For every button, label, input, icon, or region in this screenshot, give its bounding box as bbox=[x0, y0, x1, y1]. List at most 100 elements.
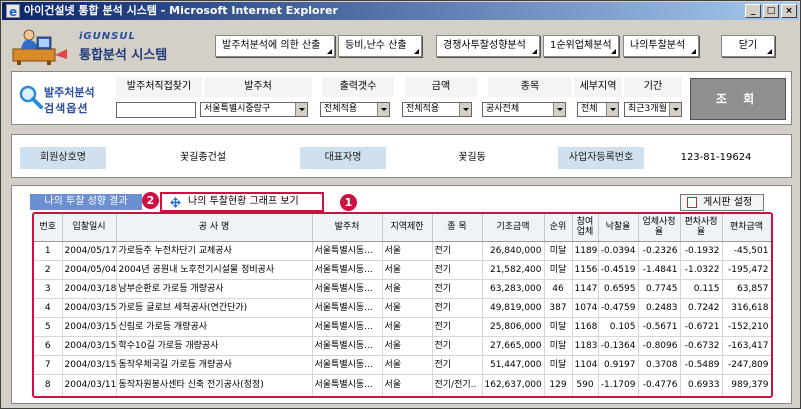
table-cell: -163,417 bbox=[722, 336, 771, 356]
table-row[interactable]: 3 2004/03/18 남부순환로 가로등 개량공사 서울특별시동... 서울 전기 63… bbox=[34, 279, 771, 299]
table-cell[interactable]: 가로등 글로브 세척공사(연간단가) bbox=[116, 298, 313, 318]
period-select[interactable]: 최근3개월 bbox=[624, 102, 682, 117]
table-cell: 미달 bbox=[544, 241, 573, 261]
table-row[interactable]: 7 2004/03/15 동작우체국길 가로등 개량공사 서울특별시동... 서울 전기 5… bbox=[34, 355, 771, 375]
competitor-analysis-button[interactable]: 경쟁사투찰성향분석 bbox=[436, 35, 540, 57]
table-row[interactable]: 4 2004/03/15 가로등 글로브 세척공사(연간단가) 서울특별시동... 서울… bbox=[34, 298, 771, 318]
table-cell[interactable]: 동작자원봉사센타 신축 전기공사(정정) bbox=[116, 374, 313, 396]
table-cell: -0.5489 bbox=[680, 355, 723, 375]
table-cell: 2004/03/15 bbox=[62, 298, 117, 318]
member-name-value: 꽃길종건설 bbox=[108, 147, 298, 169]
table-cell: 6 bbox=[34, 336, 63, 356]
table-cell: 서울특별시동... bbox=[312, 279, 383, 299]
table-cell: -0.8096 bbox=[638, 336, 681, 356]
app-header: iGUNSUL 통합분석 시스템 발주처분석에 의한 산출 등비,난수 산출 경… bbox=[3, 21, 799, 67]
table-cell: 1 bbox=[34, 241, 63, 261]
maximize-icon[interactable]: □ bbox=[763, 4, 779, 18]
chevron-down-icon bbox=[669, 103, 681, 116]
table-cell: 서울특별시동... bbox=[312, 355, 383, 375]
view-graph-button[interactable]: 나의 투찰현황 그래프 보기 bbox=[160, 192, 324, 212]
table-cell: 129 bbox=[544, 374, 573, 396]
table-cell: 서울 bbox=[382, 317, 433, 337]
table-cell: 0.7745 bbox=[638, 279, 681, 299]
table-cell: 0.9197 bbox=[598, 355, 639, 375]
col-header[interactable]: 종 목 bbox=[432, 214, 483, 242]
table-cell: 2004/03/15 bbox=[62, 355, 117, 375]
close-icon[interactable]: × bbox=[781, 4, 797, 18]
table-cell: -0.6721 bbox=[680, 317, 723, 337]
table-cell: 서울 bbox=[382, 298, 433, 318]
amount-select[interactable]: 전체적용 bbox=[402, 102, 472, 117]
table-cell: 전기 bbox=[432, 317, 483, 337]
ie-app-icon bbox=[6, 3, 20, 21]
ratio-random-button[interactable]: 등비,난수 산출 bbox=[338, 35, 422, 57]
board-settings-button[interactable]: 게시판 설정 bbox=[680, 194, 764, 211]
col-header[interactable]: 편차금액 bbox=[722, 214, 771, 242]
title-bar: 아이건설넷 통합 분석 시스템 - Microsoft Internet Exp… bbox=[2, 2, 799, 21]
my-bid-tendency-tab[interactable]: 나의 투찰 성향 결과 bbox=[30, 194, 142, 210]
table-cell: 387 bbox=[544, 298, 573, 318]
search-options-label: 발주처분석 검색옵션 bbox=[18, 80, 114, 120]
table-cell: -152,210 bbox=[722, 317, 771, 337]
table-cell: 1189 bbox=[572, 241, 599, 261]
chevron-down-icon bbox=[606, 103, 618, 116]
query-button[interactable]: 조 회 bbox=[690, 78, 786, 120]
client-analysis-button[interactable]: 발주처분석에 의한 산출 bbox=[215, 35, 335, 57]
table-row[interactable]: 6 2004/03/15 학수10길 가로등 개량공사 서울특별시동... 서울 전기 27… bbox=[34, 336, 771, 356]
table-cell: -0.1932 bbox=[680, 241, 723, 261]
table-row[interactable]: 5 2004/03/15 신림로 가로등 개량공사 서울특별시동... 서울 전기 25,8… bbox=[34, 317, 771, 337]
col-header[interactable]: 순위 bbox=[544, 214, 573, 242]
col-header[interactable]: 편차사정율 bbox=[680, 214, 723, 242]
col-header[interactable]: 참여업체 bbox=[572, 214, 599, 242]
table-cell[interactable]: 신림로 가로등 개량공사 bbox=[116, 317, 313, 337]
col-header[interactable]: 기초금액 bbox=[482, 214, 545, 242]
table-cell: 서울특별시동... bbox=[312, 241, 383, 261]
category-select[interactable]: 공사전체 bbox=[482, 102, 566, 117]
my-bid-analysis-button[interactable]: 나의투찰분석 bbox=[623, 35, 699, 57]
table-cell: 전기 bbox=[432, 241, 483, 261]
client-search-input[interactable] bbox=[116, 102, 196, 118]
col-header[interactable]: 공 사 명 bbox=[116, 214, 313, 242]
amount-header: 금액 bbox=[405, 77, 477, 97]
client-select[interactable]: 서울특별시중랑구 bbox=[200, 102, 308, 117]
col-header[interactable]: 번호 bbox=[34, 214, 63, 242]
company-info-bar: 회원상호명 꽃길종건설 대표자명 꽃길동 사업자등록번호 123-81-1962… bbox=[11, 134, 792, 178]
table-cell[interactable]: 동작우체국길 가로등 개량공사 bbox=[116, 355, 313, 375]
window-controls: _ □ × bbox=[745, 4, 797, 18]
col-header[interactable]: 입찰일시 bbox=[62, 214, 117, 242]
table-cell: 미달 bbox=[544, 317, 573, 337]
table-cell: 25,806,000 bbox=[482, 317, 545, 337]
table-cell: 2004/03/11 bbox=[62, 374, 117, 396]
table-row[interactable]: 8 2004/03/11 동작자원봉사센타 신축 전기공사(정정) 서울특별시동...… bbox=[34, 374, 771, 396]
window-title: 아이건설넷 통합 분석 시스템 - Microsoft Internet Exp… bbox=[24, 4, 338, 17]
table-cell[interactable]: 가로등주 누전차단기 교체공사 bbox=[116, 241, 313, 261]
table-cell: -247,809 bbox=[722, 355, 771, 375]
table-cell: 전기 bbox=[432, 260, 483, 280]
table-cell: -0.5671 bbox=[638, 317, 681, 337]
first-rank-analysis-button[interactable]: 1순위업체분석 bbox=[543, 35, 619, 57]
table-cell: -195,472 bbox=[722, 260, 771, 280]
col-header[interactable]: 지역제한 bbox=[382, 214, 433, 242]
table-cell: 51,447,000 bbox=[482, 355, 545, 375]
count-select[interactable]: 전체적용 bbox=[320, 102, 390, 117]
minimize-icon[interactable]: _ bbox=[745, 4, 761, 18]
col-header[interactable]: 업체사정율 bbox=[638, 214, 681, 242]
region-select[interactable]: 전체 bbox=[577, 102, 619, 117]
table-cell[interactable]: 2004년 공원내 노후전기시설물 정비공사 bbox=[116, 260, 313, 280]
table-cell: -1.0322 bbox=[680, 260, 723, 280]
table-cell: 서울 bbox=[382, 279, 433, 299]
table-cell: 서울특별시동... bbox=[312, 336, 383, 356]
bid-results-table: 번호 입찰일시 공 사 명 발주처 지역제한 종 목 기초금액 순위 참여업체 … bbox=[32, 212, 773, 398]
biz-reg-label: 사업자등록번호 bbox=[558, 147, 644, 169]
callout-badge-1: 1 bbox=[340, 194, 357, 211]
col-header[interactable]: 발주처 bbox=[312, 214, 383, 242]
col-header[interactable]: 낙찰율 bbox=[598, 214, 639, 242]
table-row[interactable]: 2 2004/05/04 2004년 공원내 노후전기시설물 정비공사 서울특별시동.… bbox=[34, 260, 771, 280]
table-cell[interactable]: 학수10길 가로등 개량공사 bbox=[116, 336, 313, 356]
table-row[interactable]: 1 2004/05/17 가로등주 누전차단기 교체공사 서울특별시동... 서울 전기 2… bbox=[34, 241, 771, 261]
chevron-down-icon bbox=[553, 103, 565, 116]
table-cell[interactable]: 남부순환로 가로등 개량공사 bbox=[116, 279, 313, 299]
table-cell: 162,637,000 bbox=[482, 374, 545, 396]
table-cell: 21,582,400 bbox=[482, 260, 545, 280]
close-button[interactable]: 닫기 bbox=[721, 35, 775, 57]
